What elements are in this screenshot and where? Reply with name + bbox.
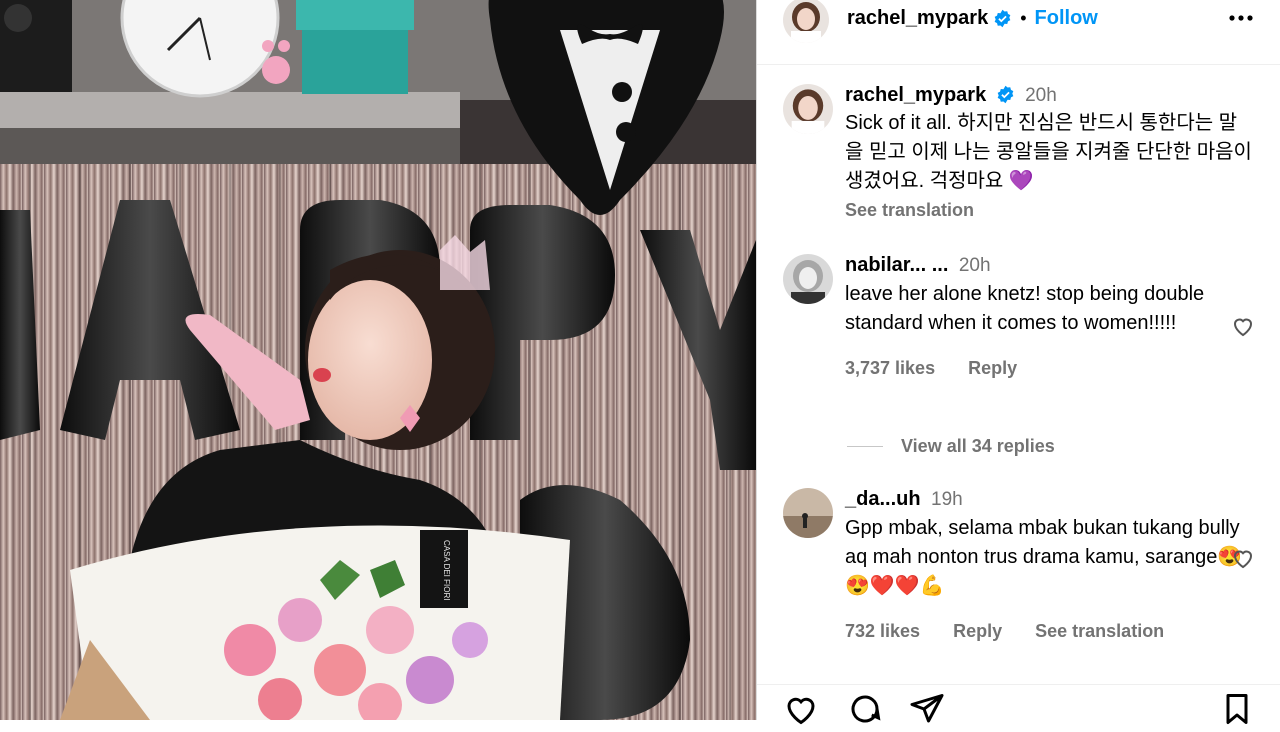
- caption-time: 20h: [1025, 85, 1057, 106]
- comment-icon[interactable]: [847, 691, 883, 727]
- action-bar: [757, 684, 1280, 725]
- comment-likes[interactable]: 3,737 likes: [845, 358, 935, 378]
- comment-reply-button[interactable]: Reply: [953, 621, 1002, 641]
- share-icon[interactable]: [909, 691, 945, 727]
- commenter-username[interactable]: nabilar... ...: [845, 254, 948, 276]
- comment-text: Gpp mbak, selama mbak bukan tukang bully…: [845, 517, 1243, 597]
- bookmark-icon[interactable]: [1219, 691, 1255, 727]
- flower-tag-text: CASA DEI FIORI: [442, 540, 451, 600]
- post-header: rachel_mypark • Follow: [757, 0, 1280, 43]
- verified-icon: [993, 9, 1012, 28]
- caption-text: Sick of it all. 하지만 진심은 반드시 통한다는 말을 믿고 이…: [845, 112, 1252, 192]
- like-heart-icon[interactable]: [783, 691, 819, 727]
- comment: nabilar... ... 20h leave her alone knetz…: [783, 254, 1255, 379]
- verified-icon: [996, 85, 1015, 104]
- view-replies-label[interactable]: View all 34 replies: [901, 436, 1055, 457]
- heart-icon[interactable]: [1231, 546, 1255, 570]
- caption-see-translation[interactable]: See translation: [845, 200, 1255, 221]
- separator-dot: •: [1020, 7, 1027, 28]
- caption-avatar[interactable]: [783, 84, 833, 134]
- comment-text: leave her alone knetz! stop being double…: [845, 283, 1205, 334]
- photo-image: CASA DEI FIORI: [0, 0, 756, 720]
- comment-meta: 732 likes Reply See translation: [845, 621, 1255, 642]
- author-username[interactable]: rachel_mypark: [847, 7, 988, 30]
- author-avatar[interactable]: [783, 0, 829, 43]
- comment: _da...uh 19h Gpp mbak, selama mbak bukan…: [783, 488, 1255, 642]
- more-icon[interactable]: [1227, 4, 1255, 32]
- post-panel: rachel_mypark • Follow rachel_mypark 20h…: [756, 0, 1280, 725]
- comment-see-translation[interactable]: See translation: [1035, 621, 1164, 641]
- caption: rachel_mypark 20h Sick of it all. 하지만 진심…: [783, 84, 1255, 221]
- comment-reply-button[interactable]: Reply: [968, 358, 1017, 378]
- commenter-avatar[interactable]: [783, 254, 833, 304]
- comment-time: 20h: [958, 255, 991, 276]
- heart-icon[interactable]: [1231, 314, 1255, 338]
- comment-time: 19h: [931, 489, 963, 510]
- post-photo[interactable]: CASA DEI FIORI: [0, 0, 756, 720]
- commenter-avatar[interactable]: [783, 488, 833, 538]
- header-divider: [757, 64, 1280, 65]
- comment-likes[interactable]: 732 likes: [845, 621, 920, 641]
- commenter-username[interactable]: _da...uh: [845, 488, 921, 510]
- view-replies[interactable]: View all 34 replies: [847, 436, 1055, 457]
- caption-username[interactable]: rachel_mypark: [845, 84, 986, 106]
- follow-button[interactable]: Follow: [1035, 7, 1098, 30]
- comment-meta: 3,737 likes Reply: [845, 358, 1255, 379]
- replies-line: [847, 446, 883, 447]
